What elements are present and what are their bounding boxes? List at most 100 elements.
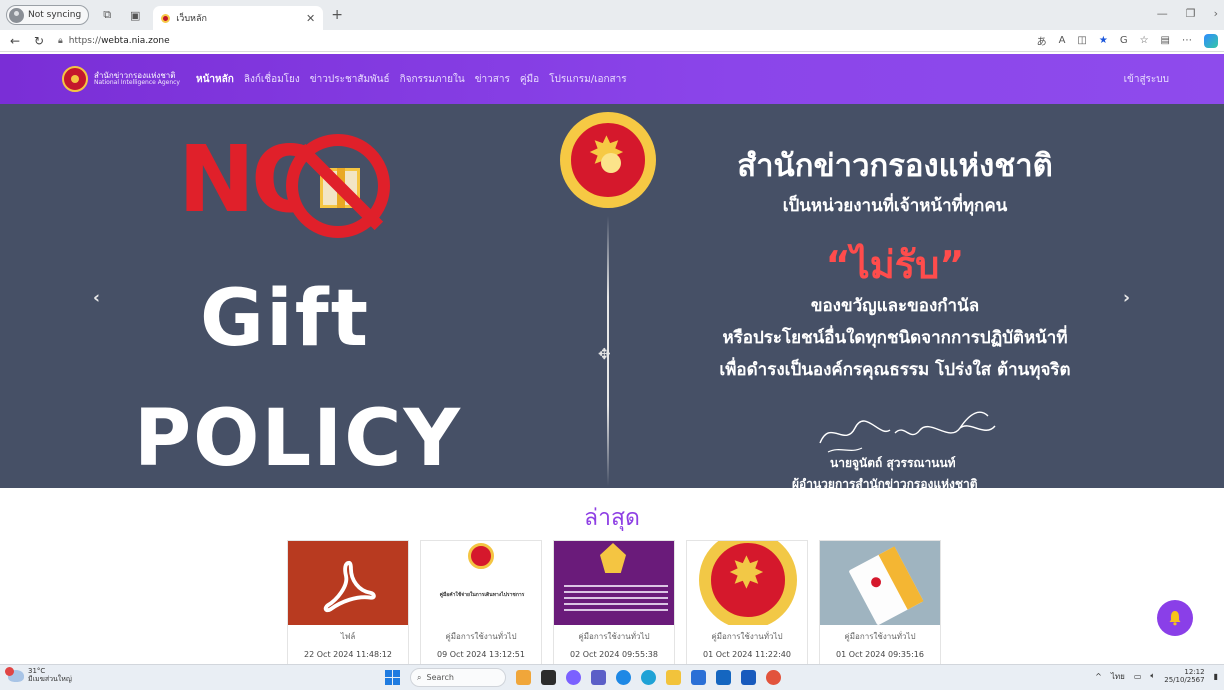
url-prefix: https:// [68,35,102,46]
windows-taskbar: 31°C มีเมฆส่วนใหญ่ ⌕ Search ^ ไทย ▭ 🔈︎ 1… [0,664,1224,690]
gift-text: Gift [200,274,370,364]
latest-card[interactable]: คู่มือการใช้งานทั่วไป 01 Oct 2024 09:35:… [819,540,941,665]
hero-message: สำนักข่าวกรองแห่งชาติ เป็นหน่วยงานที่เจ้… [680,104,1110,488]
browser-tab-active[interactable]: เว็บหลัก ✕ [153,6,324,30]
immersive-reader-icon[interactable]: A [1059,35,1066,46]
new-tab-icon[interactable]: + [331,7,343,23]
hero-refuse-text: “ไม่รับ” [825,243,965,287]
card-category: คู่มือการใช้งานทั่วไป [844,632,916,641]
site-favicon-icon [161,13,171,23]
latest-card[interactable]: คู่มือคำใช้จ่ายในการเดินทางไปราชการ คู่ม… [420,540,542,665]
agency-seal-icon [560,112,656,208]
hero-line-5: เพื่อดำรงเป็นองค์กรคุณธรรม โปร่งใส ต้านท… [719,360,1071,380]
file-explorer-icon[interactable] [666,670,681,685]
teams-icon[interactable] [591,670,606,685]
system-tray: ^ ไทย ▭ 🔈︎ 12:12 25/10/2567 ▮ [1095,668,1218,684]
read-aloud-icon[interactable]: あ [1037,33,1047,48]
edge-icon[interactable] [641,670,656,685]
nav-news[interactable]: ข่าวสาร [475,72,510,87]
favorites-icon[interactable]: ☆ [1140,35,1149,46]
site-header: สำนักข่าวกรองแห่งชาติ National Intellige… [0,54,1224,104]
carousel-next-icon[interactable]: › [1123,288,1130,308]
browser-essentials-icon[interactable]: G [1120,35,1128,46]
latest-card[interactable]: คู่มือการใช้งานทั่วไป 01 Oct 2024 11:22:… [686,540,808,665]
hero-banner: NO Gift POLICY ✥ สำนักข่าวกรองแห่งชาติ เ… [0,104,1224,488]
copilot-icon[interactable] [1204,33,1218,48]
nav-home[interactable]: หน้าหลัก [196,72,234,87]
nav-links[interactable]: ลิงก์เชื่อมโยง [244,72,300,87]
tab-actions-icon[interactable]: ▣ [125,5,145,25]
site-brand[interactable]: สำนักข่าวกรองแห่งชาติ National Intellige… [62,66,180,92]
store-icon[interactable] [691,670,706,685]
latest-cards: ไฟล์ 22 Oct 2024 11:48:12 คู่มือคำใช้จ่า… [287,540,941,665]
weather-widget[interactable]: 31°C มีเมฆส่วนใหญ่ [5,666,72,683]
notification-icon[interactable]: ▮ [1214,672,1218,681]
card-date: 09 Oct 2024 13:12:51 [437,650,525,659]
word-icon[interactable] [741,670,756,685]
clock-date: 25/10/2567 [1164,676,1205,685]
signature-image [819,411,996,453]
no-gift-sign-icon [286,134,390,238]
favorite-star-icon[interactable]: ★ [1099,35,1108,46]
signer-position: ผู้อำนวยการสำนักข่าวกรองแห่งชาติ [792,477,978,488]
card-category: คู่มือการใช้งานทั่วไป [445,632,517,641]
tab-close-icon[interactable]: ✕ [306,12,315,25]
hero-line-4: หรือประโยชน์อื่นใดทุกชนิดจากการปฏิบัติหน… [722,328,1068,348]
pdf-icon [288,541,408,625]
widgets-app-icon[interactable] [516,670,531,685]
agency-seal-icon [468,543,494,569]
taskbar-search[interactable]: ⌕ Search [410,668,506,687]
latest-card[interactable]: คู่มือการใช้งานทั่วไป 02 Oct 2024 09:55:… [553,540,675,665]
more-options-icon[interactable]: ⋯ [1182,35,1192,46]
notification-bell-button[interactable] [1157,600,1193,636]
app-icon[interactable] [766,670,781,685]
restore-icon[interactable]: ❐ [1186,7,1196,20]
url-field[interactable]: 🔒︎ https://webta.nia.zone [58,32,208,49]
manual-cover-caption: คู่มือคำใช้จ่ายในการเดินทางไปราชการ [439,592,525,598]
collections-icon[interactable]: ▤ [1161,35,1170,46]
nav-pr-news[interactable]: ข่าวประชาสัมพันธ์ [310,72,390,87]
login-link[interactable]: เข้าสู่ระบบ [1124,72,1169,87]
carousel-prev-icon[interactable]: ‹ [93,288,100,308]
move-cursor-icon: ✥ [598,345,611,363]
chrome-icon[interactable] [616,670,631,685]
minimize-icon[interactable]: — [1157,7,1168,20]
nav-internal-activities[interactable]: กิจกรรมภายใน [400,72,465,87]
lock-icon: 🔒︎ [58,35,63,46]
policy-text: POLICY [134,394,462,484]
split-screen-icon[interactable]: ◫ [1077,35,1086,46]
url-host: webta.nia.zone [101,35,170,46]
hero-line-3: ของขวัญและของกำนัล [810,296,980,316]
close-window-icon[interactable]: › [1214,7,1218,20]
weather-icon [5,666,24,682]
card-category: ไฟล์ [340,632,356,641]
no-gift-policy-graphic: NO Gift POLICY [120,104,460,488]
nav-manual[interactable]: คู่มือ [520,72,539,87]
windows-start-icon[interactable] [385,670,400,685]
profile-button[interactable]: Not syncing [6,5,90,25]
agency-seal-image [687,541,807,625]
card-date: 22 Oct 2024 11:48:12 [304,650,392,659]
purple-document-image [554,541,674,625]
latest-heading: ล่าสุด [584,505,640,531]
hero-title: สำนักข่าวกรองแห่งชาติ [737,148,1053,184]
input-language[interactable]: ไทย [1111,670,1125,683]
network-icon[interactable]: ▭ [1134,672,1142,681]
volume-icon[interactable]: 🔈︎ [1150,671,1155,681]
card-date: 01 Oct 2024 11:22:40 [703,650,791,659]
org-name-en: National Intelligence Agency [94,79,180,87]
back-icon[interactable]: ← [6,34,24,48]
tab-title: เว็บหลัก [176,14,207,24]
nav-programs-documents[interactable]: โปรแกรม/เอกสาร [549,72,627,87]
clock[interactable]: 12:12 25/10/2567 [1164,668,1204,684]
show-hidden-icons-icon[interactable]: ^ [1095,672,1102,681]
task-view-icon[interactable] [541,670,556,685]
browser-tab-bar: Not syncing ⧉ ▣ เว็บหลัก ✕ + — ❐ › [0,0,1224,30]
bell-icon [1169,611,1181,626]
app-icon[interactable] [566,670,581,685]
refresh-icon[interactable]: ↻ [30,34,48,48]
latest-card[interactable]: ไฟล์ 22 Oct 2024 11:48:12 [287,540,409,665]
workspaces-icon[interactable]: ⧉ [97,5,117,25]
address-bar: ← ↻ 🔒︎ https://webta.nia.zone あ A ◫ ★ G … [0,30,1224,52]
mail-icon[interactable] [716,670,731,685]
